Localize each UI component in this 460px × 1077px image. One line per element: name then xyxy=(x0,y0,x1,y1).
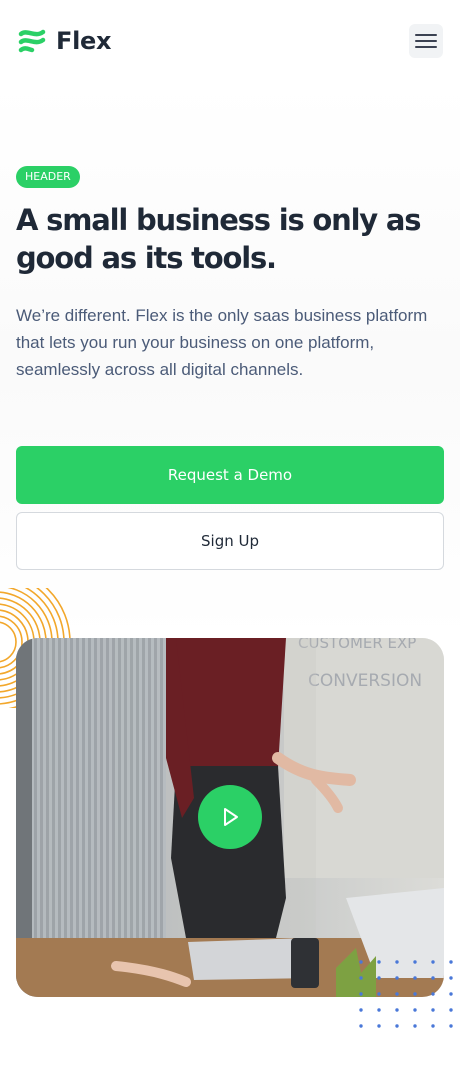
decorative-dot-grid xyxy=(359,960,453,1028)
video-play-button[interactable] xyxy=(198,785,262,849)
brand-name: Flex xyxy=(56,27,112,55)
sign-up-button[interactable]: Sign Up xyxy=(16,512,444,570)
navbar: Flex xyxy=(0,0,460,82)
menu-button[interactable] xyxy=(409,24,443,58)
brand-logo[interactable]: Flex xyxy=(18,27,111,55)
request-demo-button[interactable]: Request a Demo xyxy=(16,446,444,504)
play-icon xyxy=(224,808,238,826)
hamburger-menu-icon xyxy=(415,34,437,48)
hero-title: A small business is only as good as its … xyxy=(16,203,422,275)
flex-logo-icon xyxy=(18,29,46,53)
section-badge: HEADER xyxy=(16,166,80,188)
whiteboard-text-2: CONVERSION xyxy=(308,671,422,691)
hero-description: We’re different. Flex is the only saas b… xyxy=(16,306,428,379)
